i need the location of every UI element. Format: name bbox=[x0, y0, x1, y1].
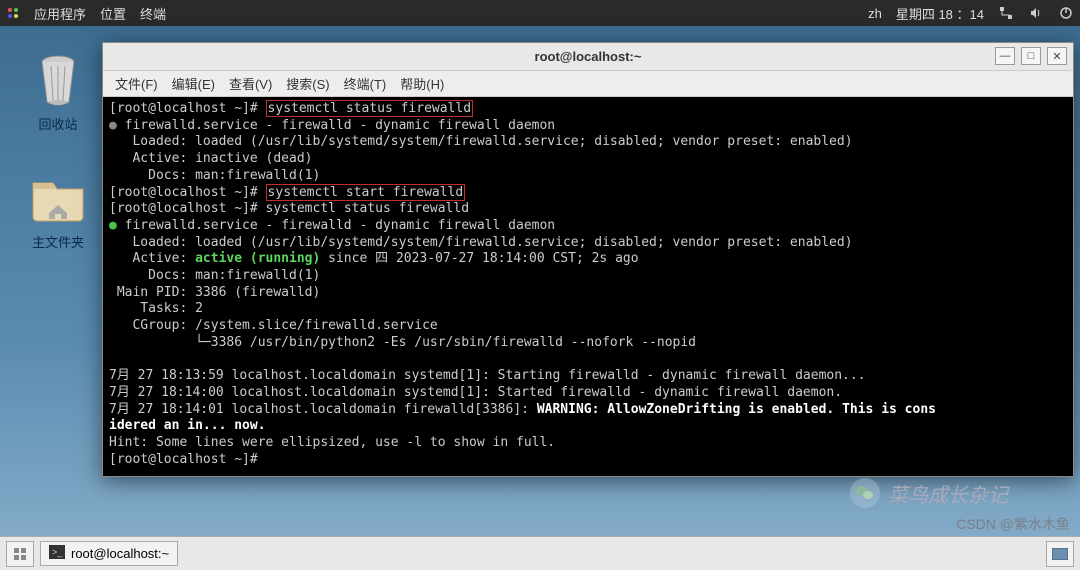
svc-header-1: firewalld.service - firewalld - dynamic … bbox=[125, 118, 555, 133]
power-icon[interactable] bbox=[1058, 5, 1074, 21]
volume-icon[interactable] bbox=[1028, 5, 1044, 21]
active-post: since 四 2023-07-27 18:14:00 CST; 2s ago bbox=[320, 251, 638, 266]
prompt: [root@localhost ~]# bbox=[109, 101, 266, 116]
log-line-2: 7月 27 18:14:00 localhost.localdomain sys… bbox=[109, 385, 842, 400]
home-label: 主文件夹 bbox=[18, 232, 98, 251]
maximize-button[interactable]: □ bbox=[1021, 47, 1041, 65]
menu-terminal[interactable]: 终端 bbox=[140, 4, 166, 23]
wechat-watermark: 菜鸟成长杂记 bbox=[850, 478, 1008, 508]
wechat-text: 菜鸟成长杂记 bbox=[888, 479, 1008, 508]
clock[interactable]: 星期四 18 ：14 bbox=[896, 4, 984, 23]
close-button[interactable]: ✕ bbox=[1047, 47, 1067, 65]
menu-applications[interactable]: 应用程序 bbox=[34, 4, 86, 23]
terminal-icon: >_ bbox=[49, 545, 65, 562]
log-line-3b: WARNING: AllowZoneDrifting is enabled. T… bbox=[537, 402, 936, 417]
menu-edit[interactable]: 编辑(E) bbox=[166, 72, 221, 95]
taskbar-terminal[interactable]: >_ root@localhost:~ bbox=[40, 541, 178, 566]
prompt-final: [root@localhost ~]# bbox=[109, 452, 266, 467]
loaded-1: Loaded: loaded (/usr/lib/systemd/system/… bbox=[109, 134, 853, 149]
hint: Hint: Some lines were ellipsized, use -l… bbox=[109, 435, 555, 450]
desktop-home[interactable]: 主文件夹 bbox=[18, 168, 98, 251]
wechat-icon bbox=[850, 478, 880, 508]
terminal-output[interactable]: [root@localhost ~]# systemctl status fir… bbox=[103, 97, 1073, 476]
menu-help[interactable]: 帮助(H) bbox=[394, 72, 450, 95]
trash-label: 回收站 bbox=[18, 114, 98, 133]
tasks: Tasks: 2 bbox=[109, 301, 203, 316]
status-dot-active: ● bbox=[109, 218, 117, 233]
svc-header-2: firewalld.service - firewalld - dynamic … bbox=[125, 218, 555, 233]
svg-text:>_: >_ bbox=[52, 547, 63, 557]
mainpid: Main PID: 3386 (firewalld) bbox=[109, 285, 320, 300]
home-folder-icon bbox=[28, 168, 88, 228]
network-icon[interactable] bbox=[998, 5, 1014, 21]
menubar: 文件(F) 编辑(E) 查看(V) 搜索(S) 终端(T) 帮助(H) bbox=[103, 71, 1073, 97]
active-inactive: Active: inactive (dead) bbox=[109, 151, 313, 166]
menu-file[interactable]: 文件(F) bbox=[109, 72, 164, 95]
loaded-2: Loaded: loaded (/usr/lib/systemd/system/… bbox=[109, 235, 853, 250]
docs-1: Docs: man:firewalld(1) bbox=[109, 168, 320, 183]
menu-search[interactable]: 搜索(S) bbox=[280, 72, 335, 95]
cgroup-child: └─3386 /usr/bin/python2 -Es /usr/sbin/fi… bbox=[109, 335, 696, 350]
taskbar: >_ root@localhost:~ bbox=[0, 536, 1080, 570]
docs-2: Docs: man:firewalld(1) bbox=[109, 268, 320, 283]
menu-view[interactable]: 查看(V) bbox=[223, 72, 278, 95]
status-dot-inactive: ● bbox=[109, 118, 117, 133]
input-lang[interactable]: zh bbox=[868, 6, 882, 21]
prompt: [root@localhost ~]# bbox=[109, 185, 266, 200]
taskbar-task-label: root@localhost:~ bbox=[71, 546, 169, 561]
log-line-1: 7月 27 18:13:59 localhost.localdomain sys… bbox=[109, 368, 866, 383]
cmd-start: systemctl start firewalld bbox=[266, 184, 466, 201]
trash-icon bbox=[28, 50, 88, 110]
prompt: [root@localhost ~]# bbox=[109, 201, 266, 216]
log-line-3a: 7月 27 18:14:01 localhost.localdomain fir… bbox=[109, 402, 537, 417]
top-panel: 应用程序 位置 终端 zh 星期四 18 ：14 bbox=[0, 0, 1080, 26]
cmd-status-1: systemctl status firewalld bbox=[266, 100, 474, 117]
cmd-status-2: systemctl status firewalld bbox=[266, 201, 470, 216]
activities-icon[interactable] bbox=[6, 6, 20, 20]
csdn-watermark: CSDN @紫水木鱼 bbox=[956, 514, 1070, 534]
menu-places[interactable]: 位置 bbox=[100, 4, 126, 23]
terminal-window: root@localhost:~ — □ ✕ 文件(F) 编辑(E) 查看(V)… bbox=[102, 42, 1074, 477]
window-title: root@localhost:~ bbox=[103, 49, 1073, 64]
workspace-switcher[interactable] bbox=[1046, 541, 1074, 567]
show-desktop-button[interactable] bbox=[6, 541, 34, 567]
active-pre: Active: bbox=[109, 251, 195, 266]
titlebar[interactable]: root@localhost:~ — □ ✕ bbox=[103, 43, 1073, 71]
log-line-3c: idered an in... now. bbox=[109, 418, 266, 433]
cgroup: CGroup: /system.slice/firewalld.service bbox=[109, 318, 438, 333]
menu-terminal-m[interactable]: 终端(T) bbox=[338, 72, 393, 95]
active-running: active (running) bbox=[195, 251, 320, 266]
desktop-trash[interactable]: 回收站 bbox=[18, 50, 98, 133]
minimize-button[interactable]: — bbox=[995, 47, 1015, 65]
